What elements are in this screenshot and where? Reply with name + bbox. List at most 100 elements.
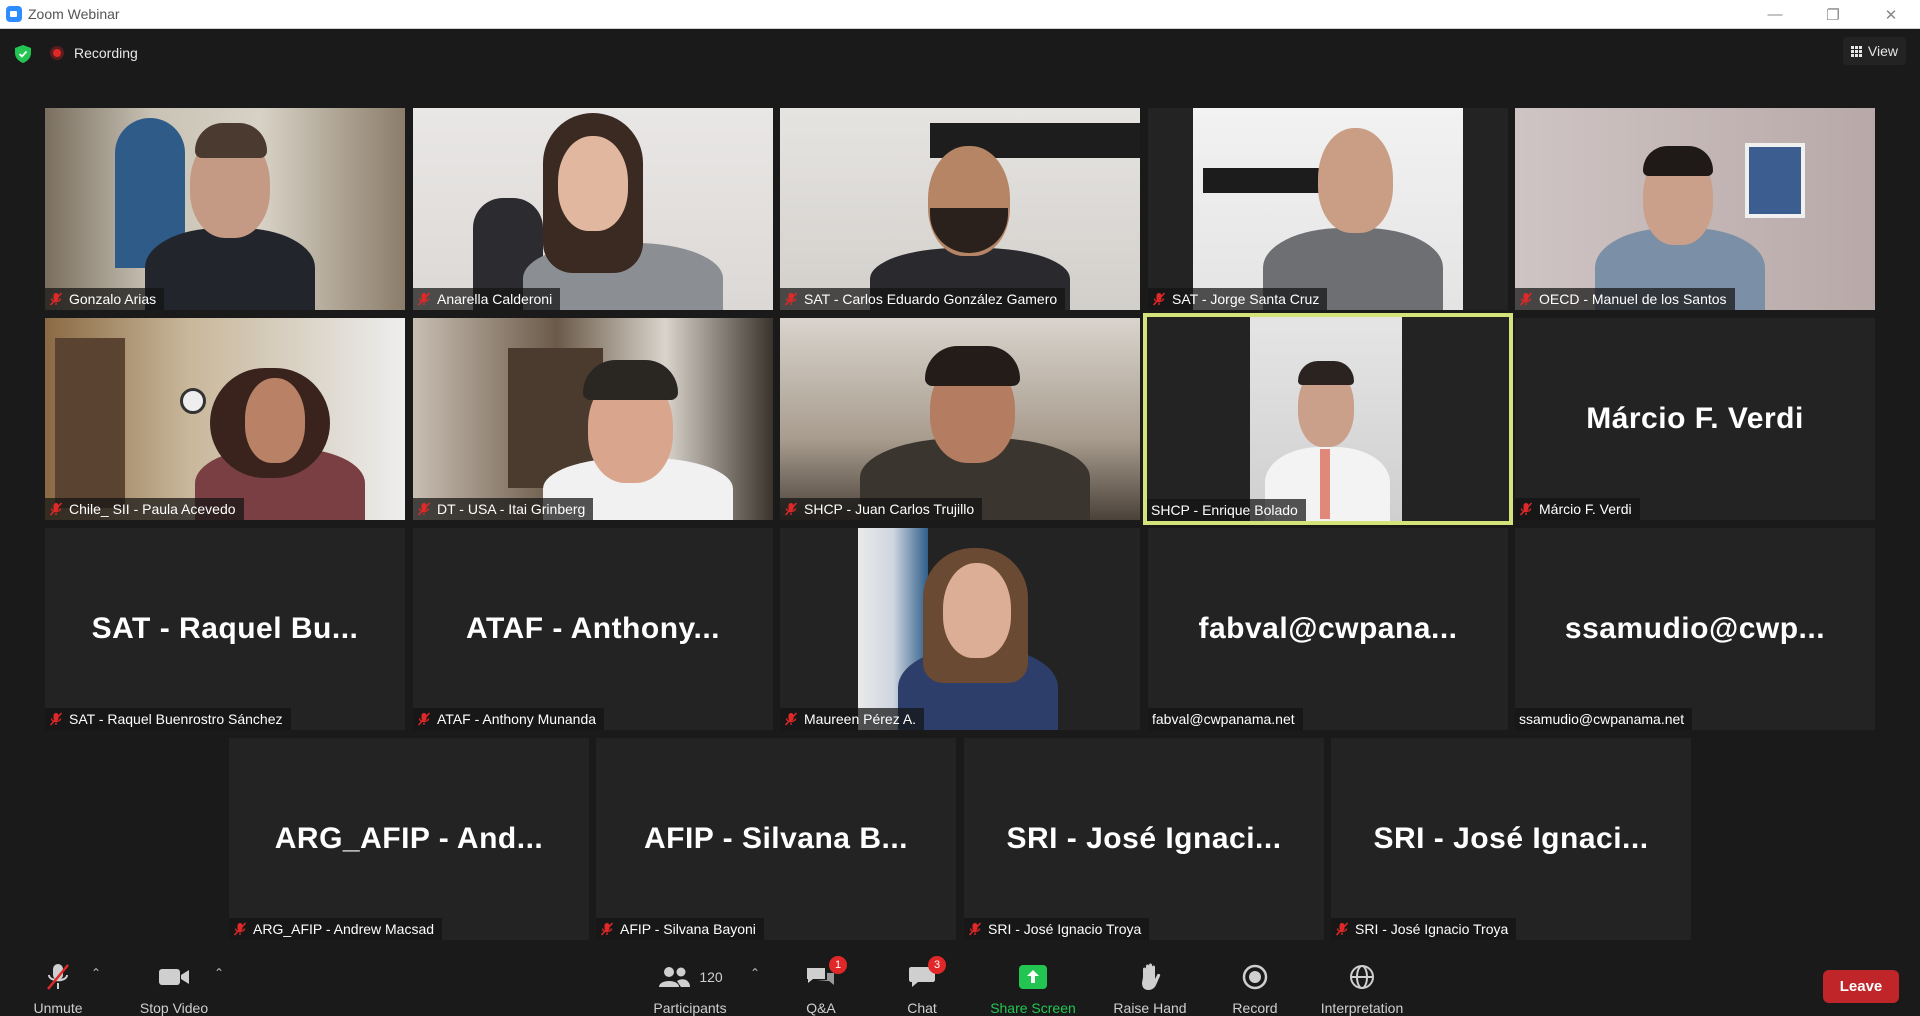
zoom-app-icon	[6, 6, 22, 22]
participant-tile[interactable]: AFIP - Silvana B... AFIP - Silvana Bayon…	[596, 738, 956, 940]
participant-name-placeholder: Márcio F. Verdi	[1586, 402, 1804, 435]
muted-mic-icon	[1519, 502, 1533, 516]
participant-tile[interactable]: OECD - Manuel de los Santos	[1515, 108, 1875, 310]
muted-mic-icon	[49, 292, 63, 306]
qa-badge: 1	[829, 956, 847, 974]
participants-options-caret-icon[interactable]: ⌃	[750, 966, 760, 980]
video-options-caret-icon[interactable]: ⌃	[214, 966, 224, 980]
recording-indicator[interactable]: Recording	[50, 45, 138, 61]
participant-name-placeholder: SRI - José Ignaci...	[1373, 822, 1649, 855]
recording-label: Recording	[74, 45, 138, 61]
participant-tile[interactable]: ssamudio@cwp... ssamudio@cwpanama.net	[1515, 528, 1875, 730]
chat-button[interactable]: 3 Chat	[900, 956, 946, 1016]
participant-tile[interactable]: Anarella Calderoni	[413, 108, 773, 310]
share-screen-icon	[1018, 962, 1048, 992]
participant-count: 120	[699, 969, 723, 985]
participant-name-label: DT - USA - Itai Grinberg	[413, 498, 594, 520]
muted-mic-icon	[600, 922, 614, 936]
participant-video	[858, 528, 1060, 730]
participant-tile[interactable]: Márcio F. Verdi Márcio F. Verdi	[1515, 318, 1875, 520]
gallery-grid-icon	[1850, 45, 1862, 57]
participant-name-label: ATAF - Anthony Munanda	[413, 708, 605, 730]
participant-name-label: ARG_AFIP - Andrew Macsad	[229, 918, 443, 940]
muted-mic-icon	[1335, 922, 1349, 936]
muted-mic-icon	[417, 502, 431, 516]
participant-name-placeholder: ATAF - Anthony...	[466, 612, 720, 645]
participants-icon: 120	[657, 962, 723, 992]
muted-mic-icon	[417, 712, 431, 726]
participant-video	[1515, 108, 1875, 310]
participant-name-placeholder: SAT - Raquel Bu...	[91, 612, 359, 645]
meeting-topbar: Recording View	[0, 29, 1920, 77]
chat-badge: 3	[928, 956, 946, 974]
participant-tile[interactable]: SHCP - Juan Carlos Trujillo	[780, 318, 1140, 520]
participant-tile[interactable]: Gonzalo Arias	[45, 108, 405, 310]
participant-tile[interactable]: Maureen Pérez A.	[780, 528, 1140, 730]
participant-tile[interactable]: SRI - José Ignaci... SRI - José Ignacio …	[1331, 738, 1691, 940]
participant-tile[interactable]: SAT - Jorge Santa Cruz	[1148, 108, 1508, 310]
participant-tile[interactable]: DT - USA - Itai Grinberg	[413, 318, 773, 520]
leave-button[interactable]: Leave	[1823, 970, 1899, 1003]
participant-tile[interactable]: SAT - Carlos Eduardo González Gamero	[780, 108, 1140, 310]
record-button[interactable]: Record	[1228, 962, 1282, 1016]
participant-tile[interactable]: SRI - José Ignaci... SRI - José Ignacio …	[964, 738, 1324, 940]
muted-mic-icon	[417, 292, 431, 306]
raise-hand-button[interactable]: Raise Hand	[1106, 962, 1194, 1016]
participant-name-label: ssamudio@cwpanama.net	[1515, 708, 1693, 730]
encryption-shield-icon[interactable]	[15, 45, 31, 63]
participant-video	[1250, 317, 1402, 521]
participant-name-placeholder: ssamudio@cwp...	[1564, 612, 1826, 645]
participant-video	[413, 108, 773, 310]
participant-video	[1193, 108, 1463, 310]
participant-name-placeholder: fabval@cwpana...	[1198, 612, 1458, 645]
participants-button[interactable]: 120 Participants	[648, 962, 732, 1016]
audio-options-caret-icon[interactable]: ⌃	[91, 966, 101, 980]
muted-mic-icon	[784, 502, 798, 516]
participant-tile[interactable]: ARG_AFIP - And... ARG_AFIP - Andrew Macs…	[229, 738, 589, 940]
participant-name-label: Chile_ SII - Paula Acevedo	[45, 498, 244, 520]
active-speaker-tile[interactable]: SHCP - Enrique Bolado	[1143, 313, 1513, 525]
participant-video	[780, 318, 1140, 520]
participant-name-label: Anarella Calderoni	[413, 288, 561, 310]
participant-name-label: Maureen Pérez A.	[780, 708, 925, 730]
participant-name-label: SHCP - Juan Carlos Trujillo	[780, 498, 983, 520]
qa-icon: 1	[805, 956, 847, 992]
muted-mic-icon	[1152, 292, 1166, 306]
participant-video	[45, 108, 405, 310]
participant-name-label: SRI - José Ignacio Troya	[1331, 918, 1517, 940]
raise-hand-icon	[1137, 962, 1163, 992]
participant-tile[interactable]: ATAF - Anthony... ATAF - Anthony Munanda	[413, 528, 773, 730]
muted-mic-icon	[968, 922, 982, 936]
muted-mic-icon	[49, 712, 63, 726]
participant-name-label: Gonzalo Arias	[45, 288, 165, 310]
globe-icon	[1349, 962, 1375, 992]
muted-microphone-icon	[45, 962, 71, 992]
participant-name-label: SAT - Carlos Eduardo González Gamero	[780, 288, 1066, 310]
unmute-button[interactable]: Unmute	[28, 962, 88, 1016]
participant-tile[interactable]: fabval@cwpana... fabval@cwpanama.net	[1148, 528, 1508, 730]
participant-name-label: SRI - José Ignacio Troya	[964, 918, 1150, 940]
window-titlebar: Zoom Webinar — ❐ ✕	[0, 0, 1920, 29]
window-title: Zoom Webinar	[28, 6, 120, 22]
participant-name-placeholder: AFIP - Silvana B...	[643, 822, 909, 855]
participant-tile[interactable]: SAT - Raquel Bu... SAT - Raquel Buenrost…	[45, 528, 405, 730]
close-button[interactable]: ✕	[1862, 0, 1920, 29]
participant-name-label: SAT - Jorge Santa Cruz	[1148, 288, 1328, 310]
participant-name-label: SAT - Raquel Buenrostro Sánchez	[45, 708, 291, 730]
meeting-toolbar: Unmute ⌃ Stop Video ⌃ 120 Participants ⌃	[0, 944, 1920, 1016]
participant-video	[45, 318, 405, 520]
view-button[interactable]: View	[1842, 37, 1906, 65]
participant-tile[interactable]: Chile_ SII - Paula Acevedo	[45, 318, 405, 520]
restore-button[interactable]: ❐	[1804, 0, 1862, 29]
chat-bubble-icon: 3	[908, 956, 946, 992]
stop-video-button[interactable]: Stop Video	[134, 962, 214, 1016]
muted-mic-icon	[784, 292, 798, 306]
participant-video	[780, 108, 1140, 310]
interpretation-button[interactable]: Interpretation	[1312, 962, 1412, 1016]
participant-name-placeholder: SRI - José Ignaci...	[1006, 822, 1282, 855]
minimize-button[interactable]: —	[1746, 0, 1804, 29]
share-screen-button[interactable]: Share Screen	[984, 962, 1082, 1016]
qa-button[interactable]: 1 Q&A	[798, 956, 847, 1016]
participant-video	[413, 318, 773, 520]
participant-name-label: SHCP - Enrique Bolado	[1147, 499, 1306, 521]
